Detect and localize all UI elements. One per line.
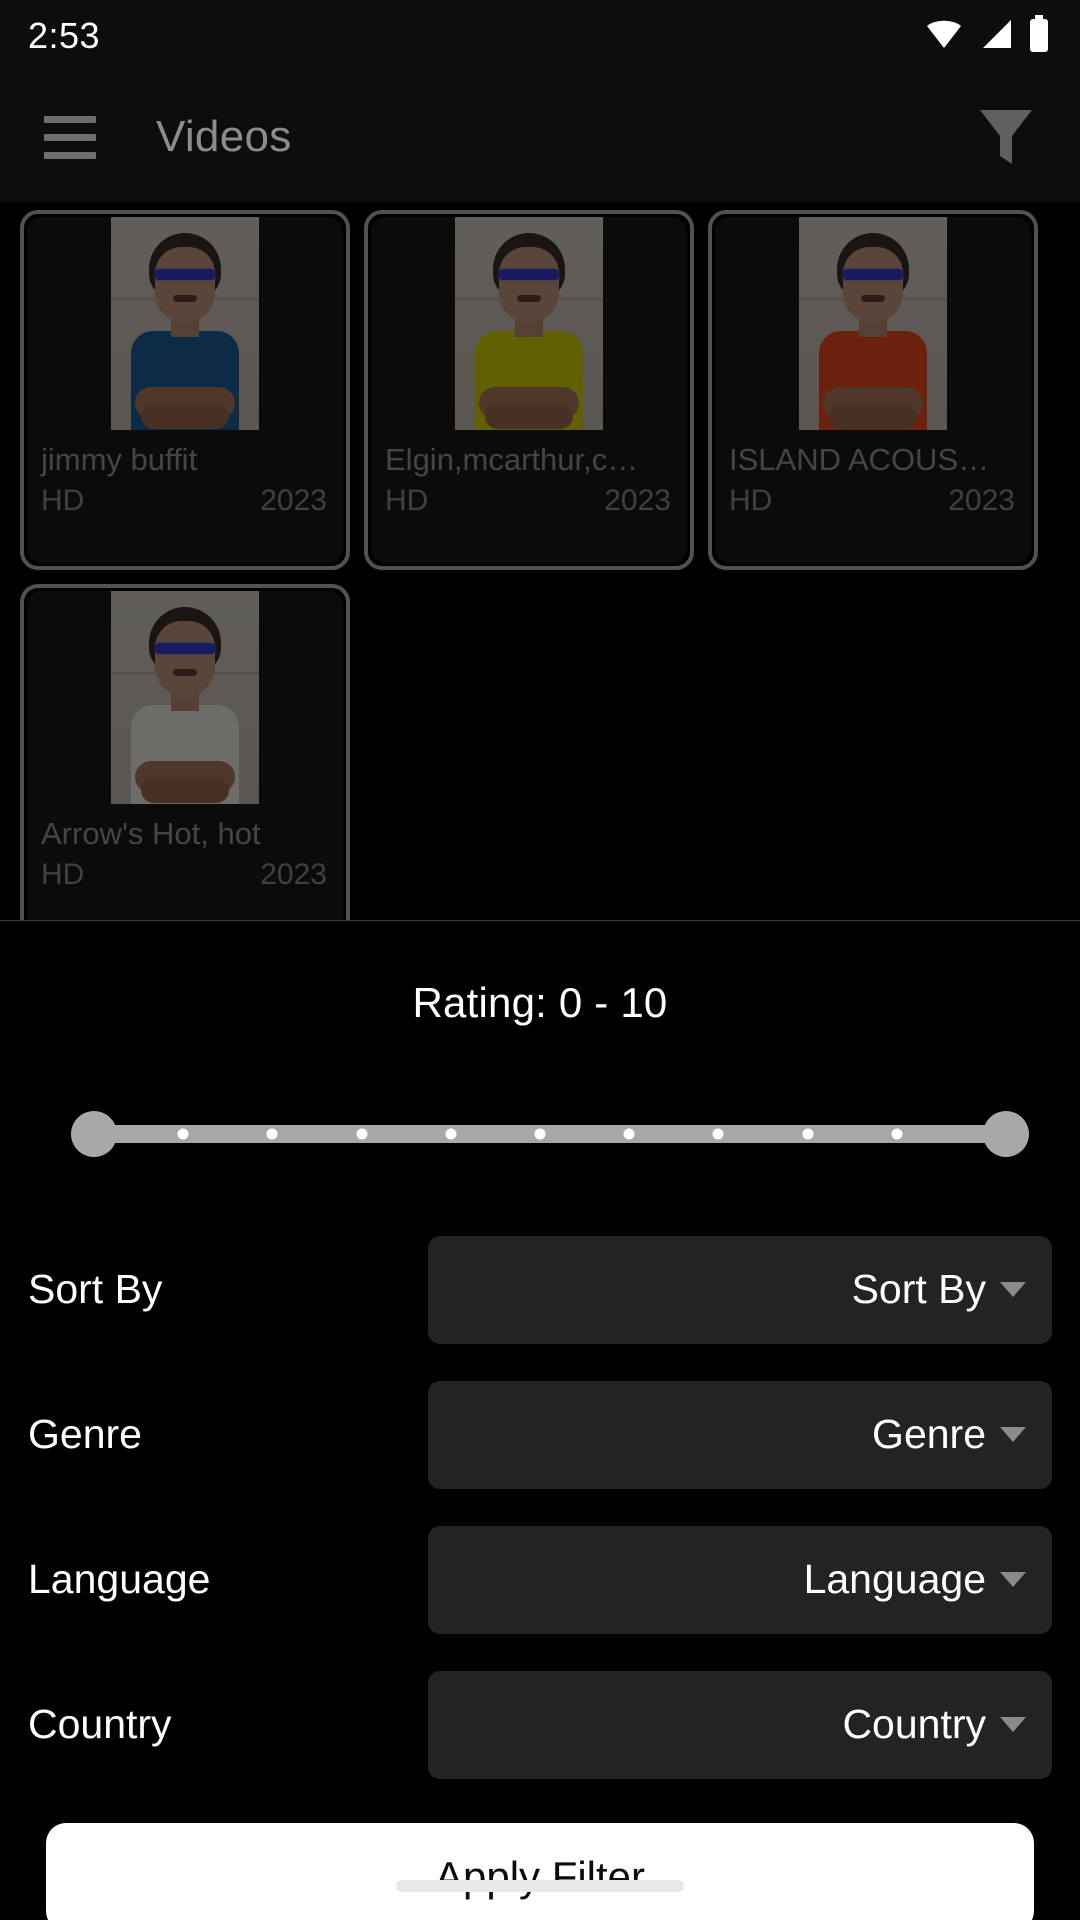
page-title: Videos [156, 112, 292, 161]
slider-tick [712, 1128, 724, 1140]
filter-row-sort-by: Sort By Sort By [0, 1217, 1080, 1362]
apply-filter-button[interactable]: Apply Filter [46, 1823, 1034, 1920]
slider-tick [445, 1128, 457, 1140]
status-bar: 2:53 [0, 0, 1080, 72]
filter-funnel-icon[interactable] [966, 97, 1046, 177]
sort-by-dropdown[interactable]: Sort By [428, 1235, 1052, 1344]
home-indicator[interactable] [396, 1880, 684, 1892]
slider-tick [177, 1128, 189, 1140]
chevron-down-icon [1000, 1572, 1026, 1587]
country-value: Country [842, 1701, 986, 1747]
slider-tick [623, 1128, 635, 1140]
apply-filter-label: Apply Filter [434, 1853, 646, 1900]
country-label: Country [28, 1701, 172, 1747]
chevron-down-icon [1000, 1282, 1026, 1297]
chevron-down-icon [1000, 1717, 1026, 1732]
chevron-down-icon [1000, 1427, 1026, 1442]
wifi-icon [924, 17, 964, 56]
cellular-signal-icon [978, 17, 1014, 56]
slider-thumb-max[interactable] [983, 1111, 1029, 1157]
slider-tick [802, 1128, 814, 1140]
slider-tick [891, 1128, 903, 1140]
rating-range-label: Rating: 0 - 10 [412, 979, 668, 1026]
language-label: Language [28, 1556, 211, 1602]
slider-track[interactable] [94, 1125, 986, 1143]
battery-icon [1028, 14, 1050, 58]
language-dropdown[interactable]: Language [428, 1525, 1052, 1634]
hamburger-menu-icon[interactable] [22, 89, 118, 185]
menu-bar-2 [44, 133, 96, 141]
filter-bottom-sheet: Rating: 0 - 10 Sort By Sort By Genre Gen… [0, 920, 1080, 1920]
slider-thumb-min[interactable] [71, 1111, 117, 1157]
app-bar: Videos [0, 72, 1080, 202]
menu-bar-1 [44, 115, 96, 123]
filter-row-country: Country Country [0, 1652, 1080, 1797]
genre-dropdown[interactable]: Genre [428, 1380, 1052, 1489]
phone-screen: 2:53 Videos Rating: 0 - 10 Sort By Sort … [0, 0, 1080, 1920]
filter-rows: Sort By Sort By Genre Genre Language Lan… [0, 1217, 1080, 1797]
genre-value: Genre [872, 1411, 986, 1457]
status-bar-clock: 2:53 [28, 15, 101, 56]
rating-range-slider[interactable] [68, 1099, 1029, 1159]
menu-bar-3 [44, 151, 96, 159]
country-dropdown[interactable]: Country [428, 1670, 1052, 1779]
filter-row-genre: Genre Genre [0, 1362, 1080, 1507]
slider-tick [534, 1128, 546, 1140]
slider-tick [266, 1128, 278, 1140]
sort-by-label: Sort By [28, 1266, 163, 1312]
genre-label: Genre [28, 1411, 142, 1457]
filter-row-language: Language Language [0, 1507, 1080, 1652]
status-bar-icons [924, 14, 1050, 58]
sort-by-value: Sort By [851, 1266, 986, 1312]
slider-tick [356, 1128, 368, 1140]
language-value: Language [803, 1556, 986, 1602]
